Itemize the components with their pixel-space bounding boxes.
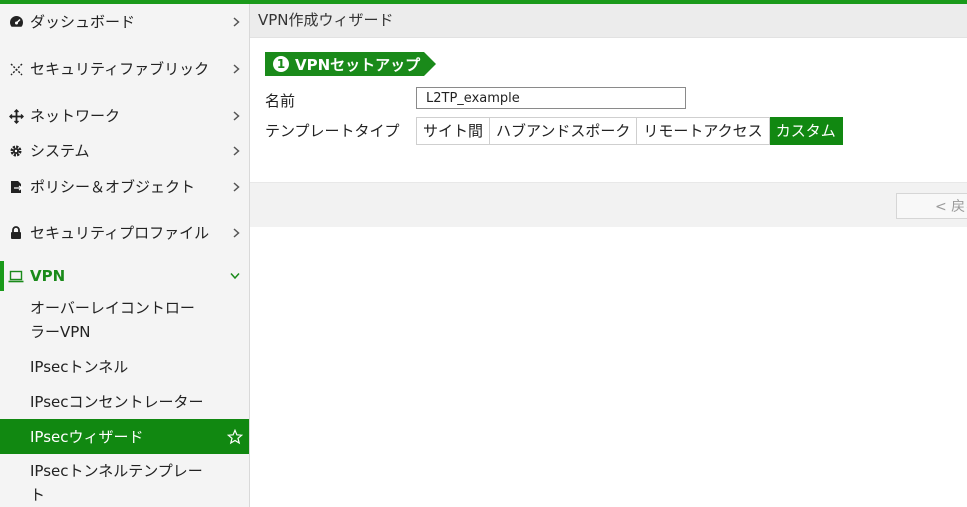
sidebar-item-label: ネットワーク xyxy=(30,107,121,125)
sidebar-item-security-fabric[interactable]: セキュリティファブリック xyxy=(0,39,249,99)
laptop-icon xyxy=(8,268,24,284)
template-type-label: テンプレートタイプ xyxy=(265,122,400,140)
sidebar-item-network[interactable]: ネットワーク xyxy=(0,99,249,133)
sidebar-subitem-label: IPsecウィザード xyxy=(30,427,144,446)
template-type-site-to-site[interactable]: サイト間 xyxy=(416,117,491,145)
chevron-right-icon xyxy=(233,64,240,74)
name-field[interactable] xyxy=(416,87,686,109)
chevron-right-icon xyxy=(233,111,240,121)
step-badge: 1 VPNセットアップ xyxy=(265,52,437,76)
sidebar-item-label: VPN xyxy=(30,267,66,285)
sidebar-subitem-ipsec-wizard[interactable]: IPsecウィザード xyxy=(0,419,249,454)
sidebar-item-system[interactable]: システム xyxy=(0,133,249,169)
sidebar-subitem-label: オーバーレイコントローラーVPN xyxy=(30,299,195,341)
sidebar-item-dashboard[interactable]: ダッシュボード xyxy=(0,4,249,39)
chevron-down-icon xyxy=(230,273,240,280)
template-type-custom[interactable]: カスタム xyxy=(769,117,843,145)
sidebar-item-label: ダッシュボード xyxy=(30,12,136,31)
back-button[interactable]: < 戻る xyxy=(896,193,967,219)
sidebar-item-label: ポリシー＆オブジェクト xyxy=(30,177,196,196)
step-number: 1 xyxy=(273,56,289,72)
sidebar-item-label: セキュリティファブリック xyxy=(30,60,210,78)
page-title: VPN作成ウィザード xyxy=(250,4,967,38)
network-icon xyxy=(8,108,24,124)
sidebar-subitem-label: IPsecコンセントレーター xyxy=(30,392,204,411)
wizard-footer: < 戻る xyxy=(250,182,967,227)
chevron-right-icon xyxy=(233,181,240,192)
template-type-hub-and-spoke[interactable]: ハブアンドスポーク xyxy=(490,117,638,145)
sidebar-subitem-label: IPsecトンネルテンプレート xyxy=(30,462,203,504)
star-icon[interactable] xyxy=(227,428,243,445)
sidebar: ダッシュボード セキュリティファブリック ネットワーク システム ポリシー＆オブ… xyxy=(0,4,250,507)
sidebar-item-policy-objects[interactable]: ポリシー＆オブジェクト xyxy=(0,169,249,204)
sidebar-subitem-overlay-controller-vpn[interactable]: オーバーレイコントローラーVPN xyxy=(0,291,249,349)
sidebar-subitem-ipsec-tunnels[interactable]: IPsecトンネル xyxy=(0,349,249,384)
dashboard-icon xyxy=(8,14,24,30)
lock-icon xyxy=(8,225,24,241)
name-label: 名前 xyxy=(265,92,296,110)
sidebar-item-vpn[interactable]: VPN xyxy=(0,261,249,291)
security-fabric-icon xyxy=(8,61,24,77)
policy-icon xyxy=(8,179,24,195)
main-content: VPN作成ウィザード 1 VPNセットアップ 名前 テンプレートタイプ サイト間… xyxy=(250,4,967,507)
sidebar-subitem-ipsec-tunnel-template[interactable]: IPsecトンネルテンプレート xyxy=(0,454,249,507)
gear-icon xyxy=(8,143,24,159)
template-type-remote-access[interactable]: リモートアクセス xyxy=(637,117,770,145)
step-label: VPNセットアップ xyxy=(295,55,421,74)
sidebar-subitem-label: IPsecトンネル xyxy=(30,357,129,376)
chevron-right-icon xyxy=(233,227,240,238)
sidebar-subitem-ipsec-concentrator[interactable]: IPsecコンセントレーター xyxy=(0,384,249,419)
wizard-step-indicator: 1 VPNセットアップ xyxy=(265,52,437,76)
chevron-right-icon xyxy=(233,16,240,27)
sidebar-item-label: システム xyxy=(30,142,90,160)
chevron-right-icon xyxy=(233,146,240,156)
sidebar-item-security-profiles[interactable]: セキュリティプロファイル xyxy=(0,204,249,261)
sidebar-item-label: セキュリティプロファイル xyxy=(30,223,210,242)
template-type-selector: サイト間 ハブアンドスポーク リモートアクセス カスタム xyxy=(416,117,843,145)
